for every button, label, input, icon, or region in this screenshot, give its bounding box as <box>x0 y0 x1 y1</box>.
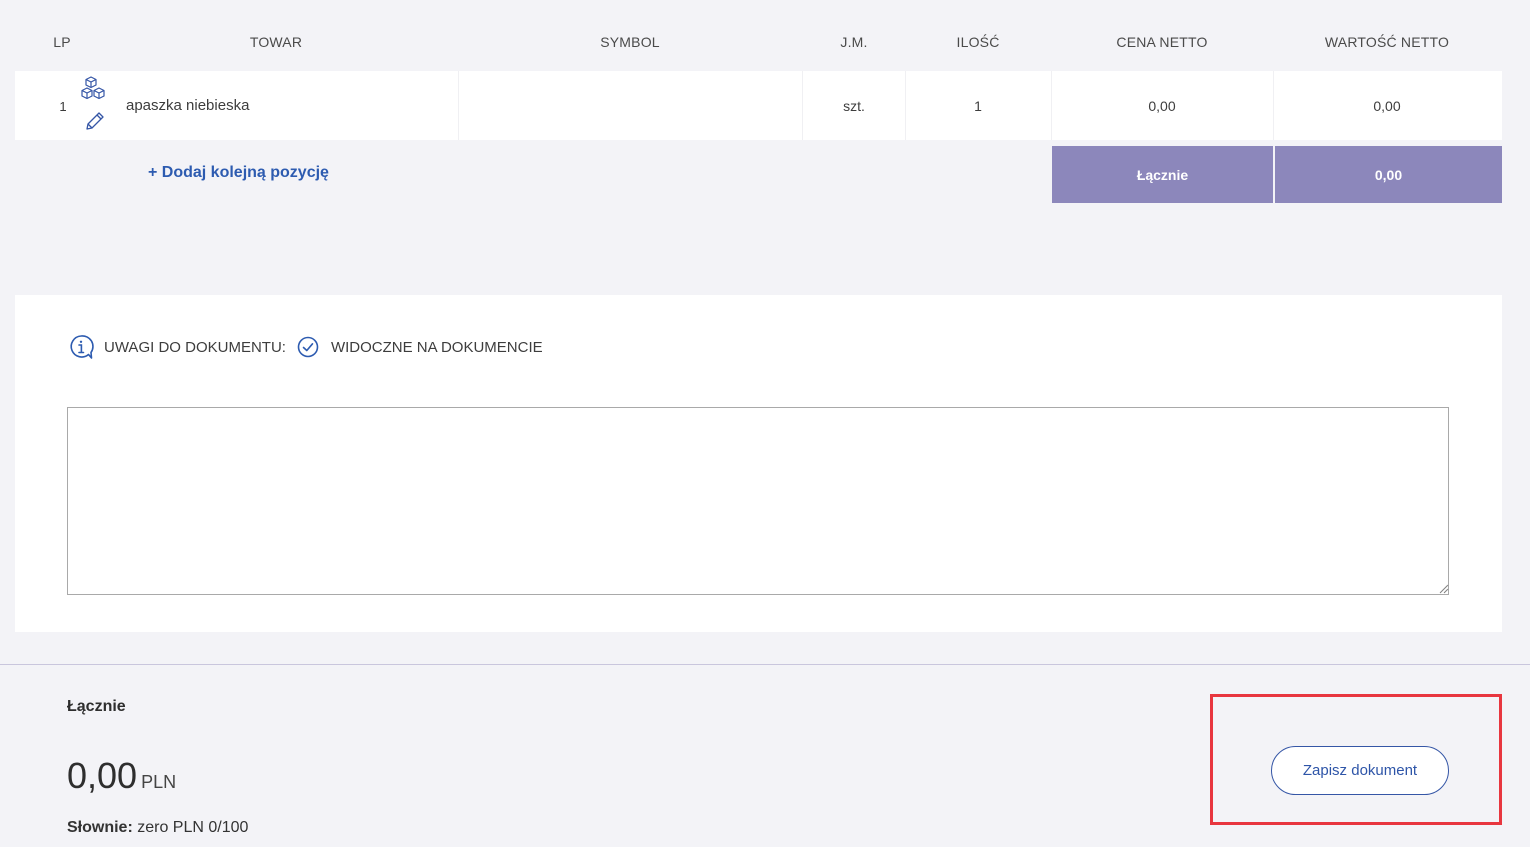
row-net-price: 0,00 <box>1148 98 1176 114</box>
cell-divider <box>905 71 906 140</box>
total-amount-value: 0,00 <box>67 755 138 796</box>
row-lp: 1 <box>59 99 67 114</box>
column-header-towar: TOWAR <box>249 34 303 50</box>
summary-label-cell: Łącznie <box>1052 146 1273 203</box>
check-circle-icon[interactable] <box>297 336 319 358</box>
notes-panel: UWAGI DO DOKUMENTU: WIDOCZNE NA DOKUMENC… <box>15 295 1502 632</box>
summary-value-cell: 0,00 <box>1275 146 1502 203</box>
cell-divider <box>1273 71 1274 140</box>
cell-divider <box>802 71 803 140</box>
info-icon <box>68 334 94 360</box>
boxes-icon <box>81 75 109 108</box>
footer-total-label: Łącznie <box>67 698 126 715</box>
pencil-icon[interactable] <box>85 111 105 136</box>
notes-textarea[interactable] <box>67 407 1449 595</box>
table-row: 1 apaszka niebieska szt. 1 0,00 0,00 <box>15 71 1502 140</box>
row-quantity: 1 <box>974 98 982 114</box>
save-document-button[interactable]: Zapisz dokument <box>1271 746 1449 795</box>
amount-in-words-label: Słownie: <box>67 819 133 836</box>
add-item-link[interactable]: + Dodaj kolejną pozycję <box>148 164 329 182</box>
footer-divider <box>0 664 1530 665</box>
total-currency: PLN <box>141 772 177 792</box>
row-icons <box>81 75 109 135</box>
footer-total-amount: 0,00 PLN <box>67 755 176 797</box>
notes-label: UWAGI DO DOKUMENTU: <box>104 338 286 356</box>
cell-divider <box>1051 71 1052 140</box>
row-unit: szt. <box>843 98 865 114</box>
row-net-value: 0,00 <box>1373 98 1401 114</box>
amount-in-words-value: zero PLN 0/100 <box>132 819 249 836</box>
notes-header: UWAGI DO DOKUMENTU: WIDOCZNE NA DOKUMENC… <box>68 334 543 360</box>
column-header-ilosc: ILOŚĆ <box>956 34 1000 50</box>
column-header-wartosc-netto: WARTOŚĆ NETTO <box>1324 34 1450 50</box>
items-table-header: LP TOWAR SYMBOL J.M. ILOŚĆ CENA NETTO WA… <box>15 28 1502 58</box>
resize-grip-icon[interactable] <box>1437 581 1449 599</box>
column-header-cena-netto: CENA NETTO <box>1116 34 1208 50</box>
column-header-jm: J.M. <box>840 34 868 50</box>
column-header-symbol: SYMBOL <box>600 34 660 50</box>
row-product-name[interactable]: apaszka niebieska <box>126 97 249 114</box>
cell-divider <box>458 71 459 140</box>
visible-on-document-label[interactable]: WIDOCZNE NA DOKUMENCIE <box>331 339 543 356</box>
column-header-lp: LP <box>53 34 71 50</box>
amount-in-words: Słownie: zero PLN 0/100 <box>67 819 248 837</box>
